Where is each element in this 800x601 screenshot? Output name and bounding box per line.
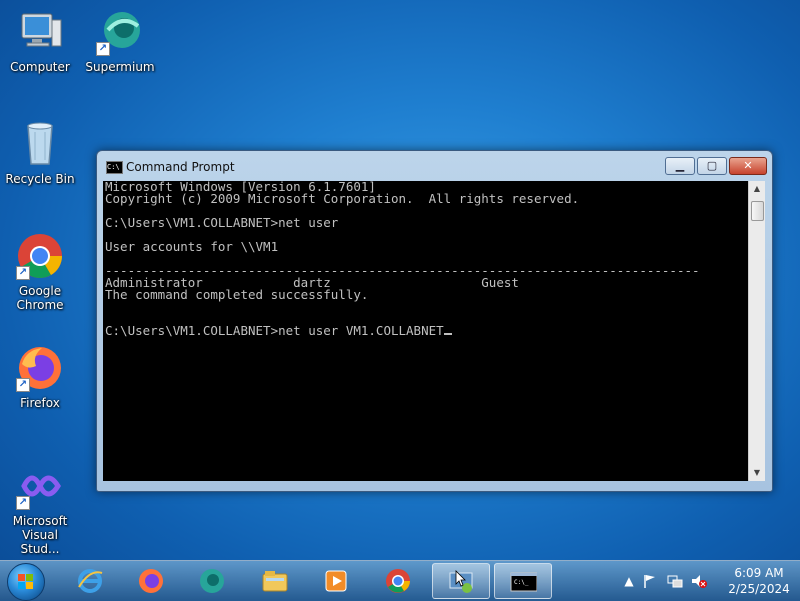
desktop-icon-label: Microsoft Visual Stud... xyxy=(12,514,68,556)
console-line: Copyright (c) 2009 Microsoft Corporation… xyxy=(105,191,580,206)
scroll-thumb[interactable] xyxy=(751,201,764,221)
taskbar-firefox[interactable] xyxy=(123,563,179,599)
firefox-icon xyxy=(139,569,163,593)
console-line: User accounts for \\VM1 xyxy=(105,239,279,254)
title-bar[interactable]: C:\ Command Prompt ▁ ▢ ✕ xyxy=(97,151,772,181)
shortcut-arrow-icon: ↗ xyxy=(16,266,30,280)
scroll-up-icon[interactable]: ▲ xyxy=(749,181,765,197)
taskbar-remote-desktop[interactable] xyxy=(432,563,490,599)
clock-date: 2/25/2024 xyxy=(728,582,790,596)
command-prompt-window[interactable]: C:\ Command Prompt ▁ ▢ ✕ Microsoft Windo… xyxy=(96,150,773,492)
minimize-button[interactable]: ▁ xyxy=(665,157,695,175)
internet-explorer-icon xyxy=(78,569,103,593)
taskbar-chrome[interactable] xyxy=(370,563,426,599)
supermium-icon: ↗ xyxy=(96,8,144,56)
remote-desktop-icon xyxy=(449,570,473,593)
console-line: C:\Users\VM1.COLLABNET>net user xyxy=(105,215,339,230)
desktop-icon-recycle-bin[interactable]: Recycle Bin xyxy=(2,120,78,186)
desktop-icon-label: Supermium xyxy=(85,60,155,74)
text-cursor xyxy=(443,333,452,335)
supermium-icon xyxy=(200,569,224,593)
show-hidden-icons-icon[interactable]: ▲ xyxy=(621,573,637,589)
taskbar: C:\_ ▲ 6:09 AM 2/25/2024 xyxy=(0,560,800,601)
network-icon[interactable] xyxy=(667,573,683,589)
desktop-icon-computer[interactable]: Computer xyxy=(2,8,78,74)
start-button[interactable] xyxy=(7,563,45,601)
desktop-icon-google-chrome[interactable]: ↗ Google Chrome xyxy=(2,232,78,312)
svg-text:C:\_: C:\_ xyxy=(514,579,529,586)
console-line: The command completed successfully. xyxy=(105,287,369,302)
desktop-icon-label: Computer xyxy=(10,60,70,74)
close-icon: ✕ xyxy=(743,159,753,172)
media-player-icon xyxy=(325,570,347,592)
console-output[interactable]: Microsoft Windows [Version 6.1.7601] Copy… xyxy=(103,181,748,481)
desktop-icon-label: Firefox xyxy=(20,396,60,410)
explorer-icon xyxy=(262,571,288,592)
recycle-bin-icon xyxy=(16,120,64,168)
desktop-icon-firefox[interactable]: ↗ Firefox xyxy=(2,344,78,410)
taskbar-supermium[interactable] xyxy=(184,563,240,599)
maximize-icon: ▢ xyxy=(706,159,718,172)
console-prompt: C:\Users\VM1.COLLABNET> xyxy=(105,323,279,338)
shortcut-arrow-icon: ↗ xyxy=(96,42,110,56)
console-input[interactable]: net user VM1.COLLABNET xyxy=(278,323,444,338)
cmd-icon: C:\_ xyxy=(510,572,537,592)
action-center-flag-icon[interactable] xyxy=(642,573,658,589)
window-title: Command Prompt xyxy=(126,160,235,174)
maximize-button[interactable]: ▢ xyxy=(697,157,727,175)
cmd-icon: C:\ xyxy=(106,161,123,174)
minimize-icon: ▁ xyxy=(675,159,685,172)
chrome-icon xyxy=(386,569,410,593)
computer-icon xyxy=(16,8,64,56)
shortcut-arrow-icon: ↗ xyxy=(16,378,30,392)
taskbar-media-player[interactable] xyxy=(308,563,364,599)
taskbar-internet-explorer[interactable] xyxy=(62,563,118,599)
windows-logo-icon xyxy=(18,574,34,590)
volume-muted-icon[interactable] xyxy=(691,573,707,589)
firefox-icon: ↗ xyxy=(16,344,64,392)
vertical-scrollbar[interactable]: ▲ ▼ xyxy=(748,181,765,481)
close-button[interactable]: ✕ xyxy=(729,157,767,175)
desktop-icon-label: Recycle Bin xyxy=(5,172,75,186)
desktop-icon-visual-studio[interactable]: ↗ Microsoft Visual Stud... xyxy=(2,462,78,556)
clock-time: 6:09 AM xyxy=(734,566,784,580)
taskbar-command-prompt[interactable]: C:\_ xyxy=(494,563,552,599)
system-tray: ▲ 6:09 AM 2/25/2024 xyxy=(615,561,800,601)
taskbar-explorer[interactable] xyxy=(247,563,303,599)
clock[interactable]: 6:09 AM 2/25/2024 xyxy=(720,565,798,597)
visual-studio-icon: ↗ xyxy=(16,462,64,510)
scroll-down-icon[interactable]: ▼ xyxy=(749,465,765,481)
shortcut-arrow-icon: ↗ xyxy=(16,496,30,510)
desktop-icon-supermium[interactable]: ↗ Supermium xyxy=(82,8,158,74)
desktop-icon-label: Google Chrome xyxy=(16,284,64,312)
console-input-line[interactable]: C:\Users\VM1.COLLABNET>net user VM1.COLL… xyxy=(105,323,748,338)
chrome-icon: ↗ xyxy=(16,232,64,280)
